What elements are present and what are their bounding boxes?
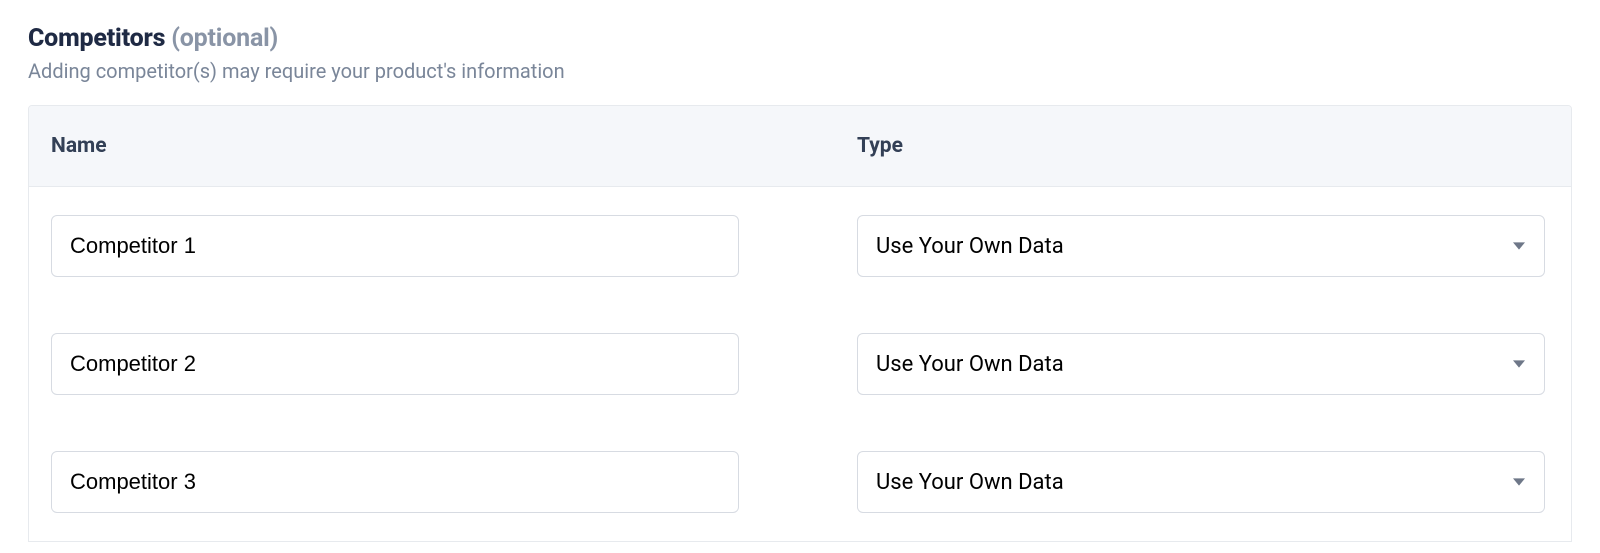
table-row: Use Your Own Data <box>29 423 1571 541</box>
section-title-text: Competitors <box>28 24 165 53</box>
competitor-name-input[interactable] <box>51 333 739 395</box>
section-title: Competitors (optional) <box>28 24 1572 53</box>
competitors-table: Name Type Use Your Own Data <box>28 105 1572 542</box>
table-row: Use Your Own Data <box>29 305 1571 423</box>
section-subtitle: Adding competitor(s) may require your pr… <box>28 59 1572 83</box>
competitor-type-dropdown[interactable]: Use Your Own Data <box>857 451 1545 513</box>
dropdown-selected-label: Use Your Own Data <box>876 234 1064 259</box>
table-body: Use Your Own Data Use Your Own Data <box>29 187 1571 541</box>
chevron-down-icon <box>1512 239 1526 253</box>
competitor-type-dropdown[interactable]: Use Your Own Data <box>857 215 1545 277</box>
chevron-down-icon <box>1512 475 1526 489</box>
competitor-name-input[interactable] <box>51 451 739 513</box>
competitor-type-dropdown[interactable]: Use Your Own Data <box>857 333 1545 395</box>
table-row: Use Your Own Data <box>29 187 1571 305</box>
chevron-down-icon <box>1512 357 1526 371</box>
column-header-type: Type <box>857 134 903 158</box>
section-title-optional: (optional) <box>171 24 278 53</box>
dropdown-selected-label: Use Your Own Data <box>876 352 1064 377</box>
competitor-name-input[interactable] <box>51 215 739 277</box>
column-header-name: Name <box>51 134 107 158</box>
dropdown-selected-label: Use Your Own Data <box>876 470 1064 495</box>
table-header: Name Type <box>29 106 1571 187</box>
